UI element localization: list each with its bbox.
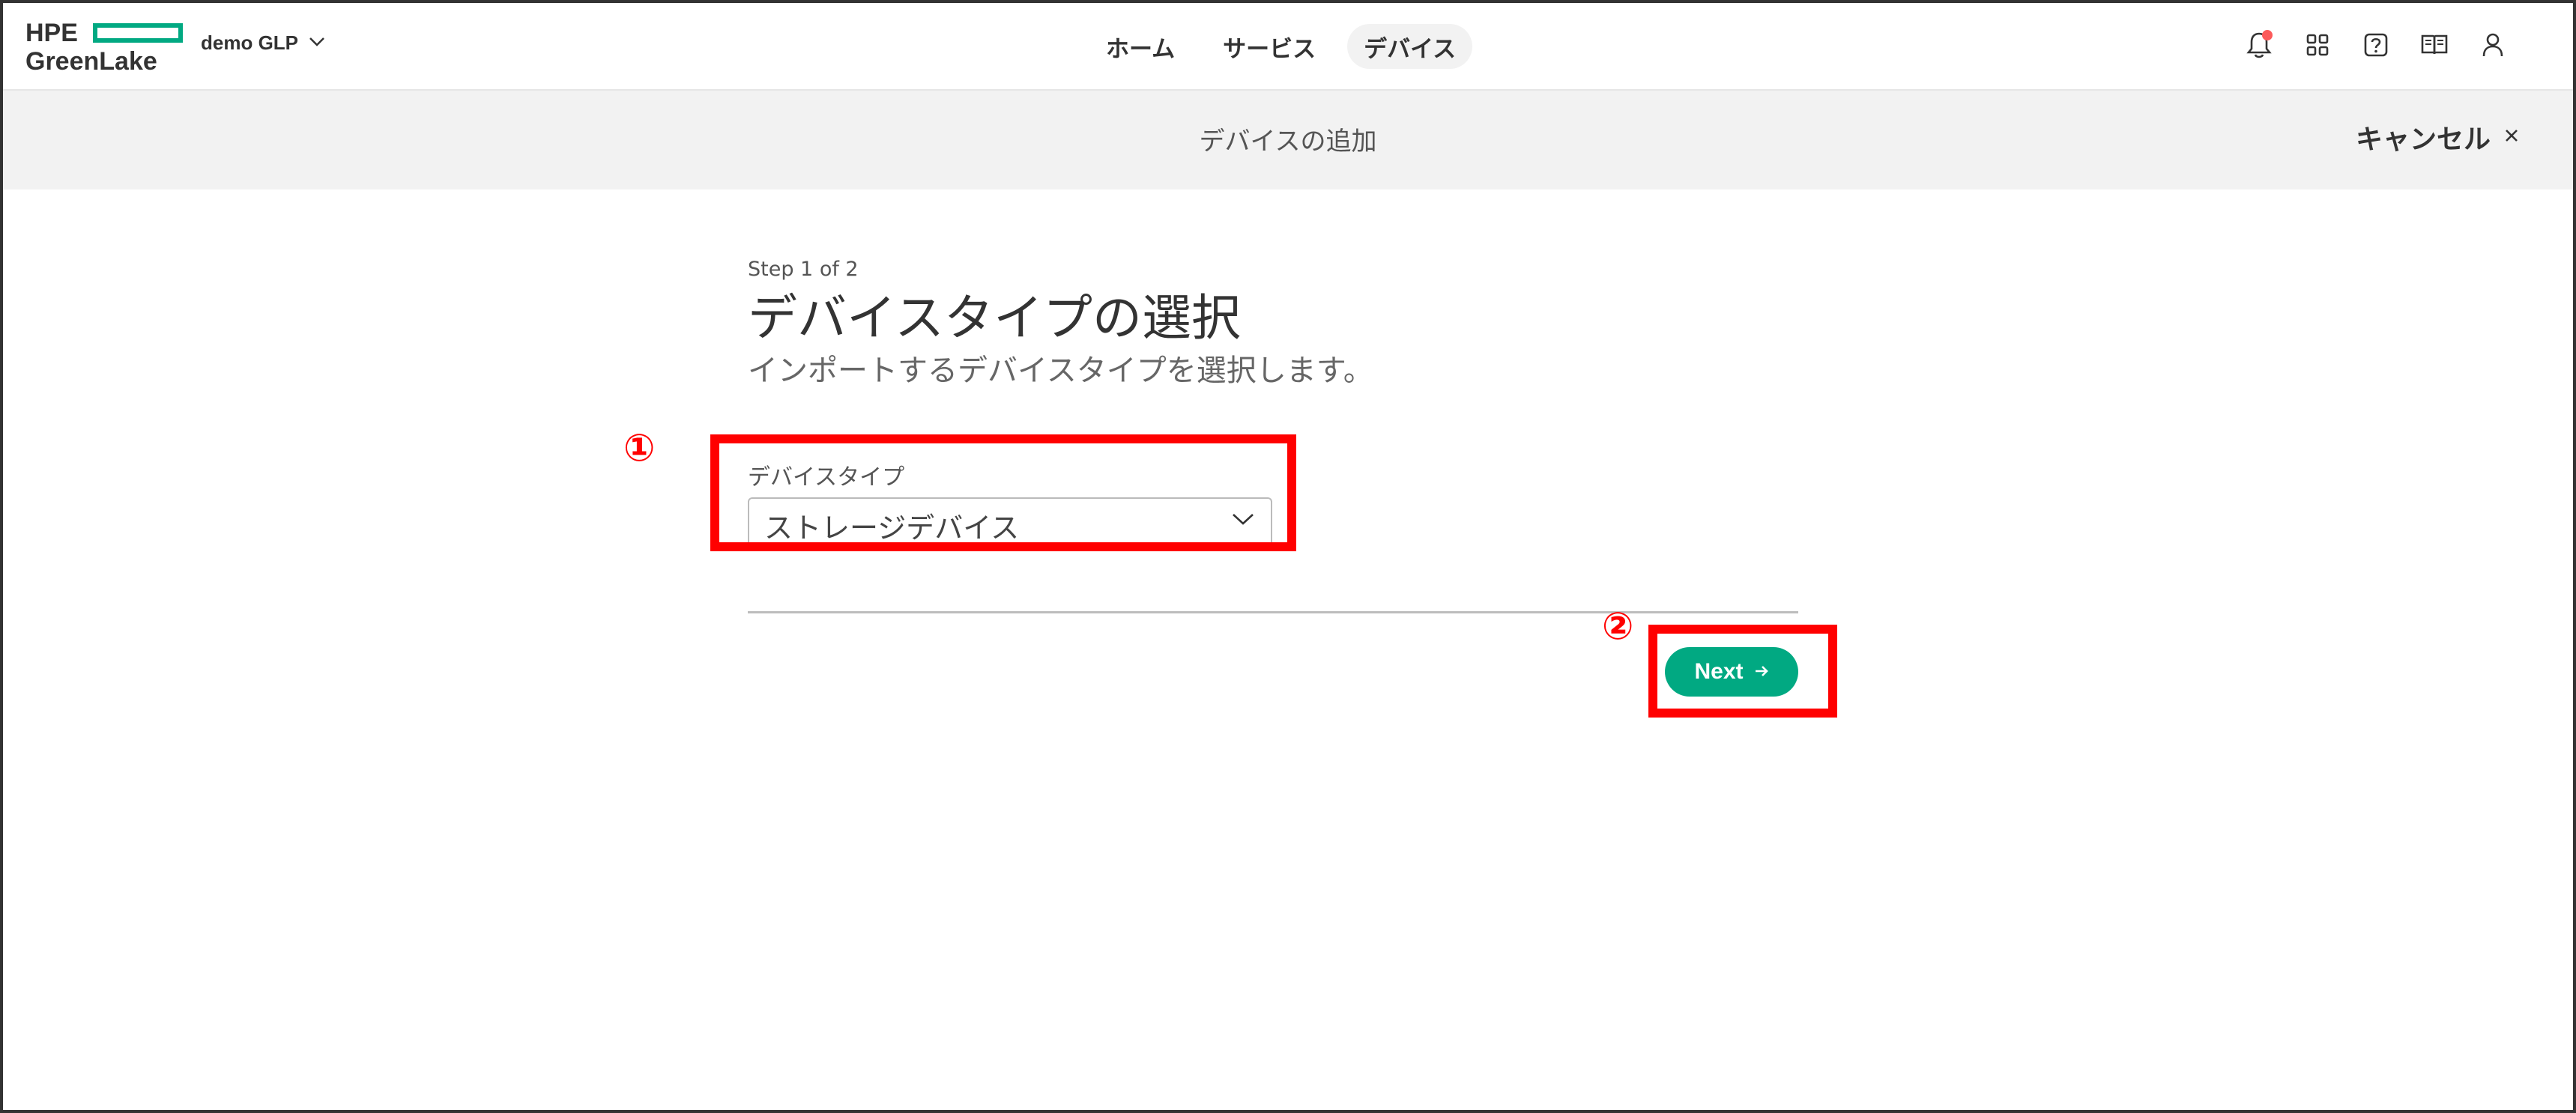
annotation-box-2: [1648, 625, 1837, 718]
hpe-greenlake-logo[interactable]: HPE GreenLake: [22, 18, 183, 78]
page-subtitle: インポートするデバイスタイプを選択します。: [748, 354, 1373, 388]
nav-home[interactable]: ホーム: [1089, 24, 1191, 69]
cancel-label: キャンセル: [2355, 124, 2491, 155]
help-icon[interactable]: [2360, 25, 2392, 64]
subheader-title: デバイスの追加: [1199, 127, 1377, 157]
annotation-marker-1: ①: [623, 426, 656, 470]
user-icon[interactable]: [2477, 25, 2509, 64]
hpe-element-logo-mark: [93, 23, 183, 43]
logo-text-greenlake: GreenLake: [25, 47, 157, 76]
workspace-switcher[interactable]: demo GLP: [201, 31, 325, 55]
bell-icon[interactable]: [2243, 25, 2275, 64]
annotation-marker-2: ②: [1602, 604, 1634, 648]
page-subheader: デバイスの追加 キャンセル: [3, 91, 2573, 189]
header-icon-group: [2243, 25, 2509, 64]
notification-dot: [2262, 30, 2273, 40]
step-indicator: Step 1 of 2: [748, 258, 859, 281]
form-header: Step 1 of 2 デバイスタイプの選択 インポートするデバイスタイプを選択…: [748, 258, 1797, 390]
nav-devices[interactable]: デバイス: [1347, 24, 1473, 69]
page-title: デバイスタイプの選択: [748, 289, 1242, 347]
cancel-button[interactable]: キャンセル: [2356, 118, 2519, 157]
workspace-label: demo GLP: [201, 31, 299, 54]
nav-services[interactable]: サービス: [1206, 24, 1332, 69]
form-divider: [748, 611, 1798, 613]
close-icon: [2504, 128, 2519, 146]
annotation-box-1: [710, 434, 1296, 551]
top-header: HPE GreenLake demo GLP ホーム サービス デバイス: [3, 3, 2573, 91]
chevron-down-icon: [309, 36, 325, 50]
app-window: HPE GreenLake demo GLP ホーム サービス デバイス デバイ…: [0, 0, 2576, 1113]
logo-text-hpe: HPE: [25, 19, 78, 47]
apps-grid-icon[interactable]: [2302, 25, 2333, 64]
main-nav: ホーム サービス デバイス: [1089, 24, 1473, 69]
book-icon[interactable]: [2419, 25, 2450, 64]
